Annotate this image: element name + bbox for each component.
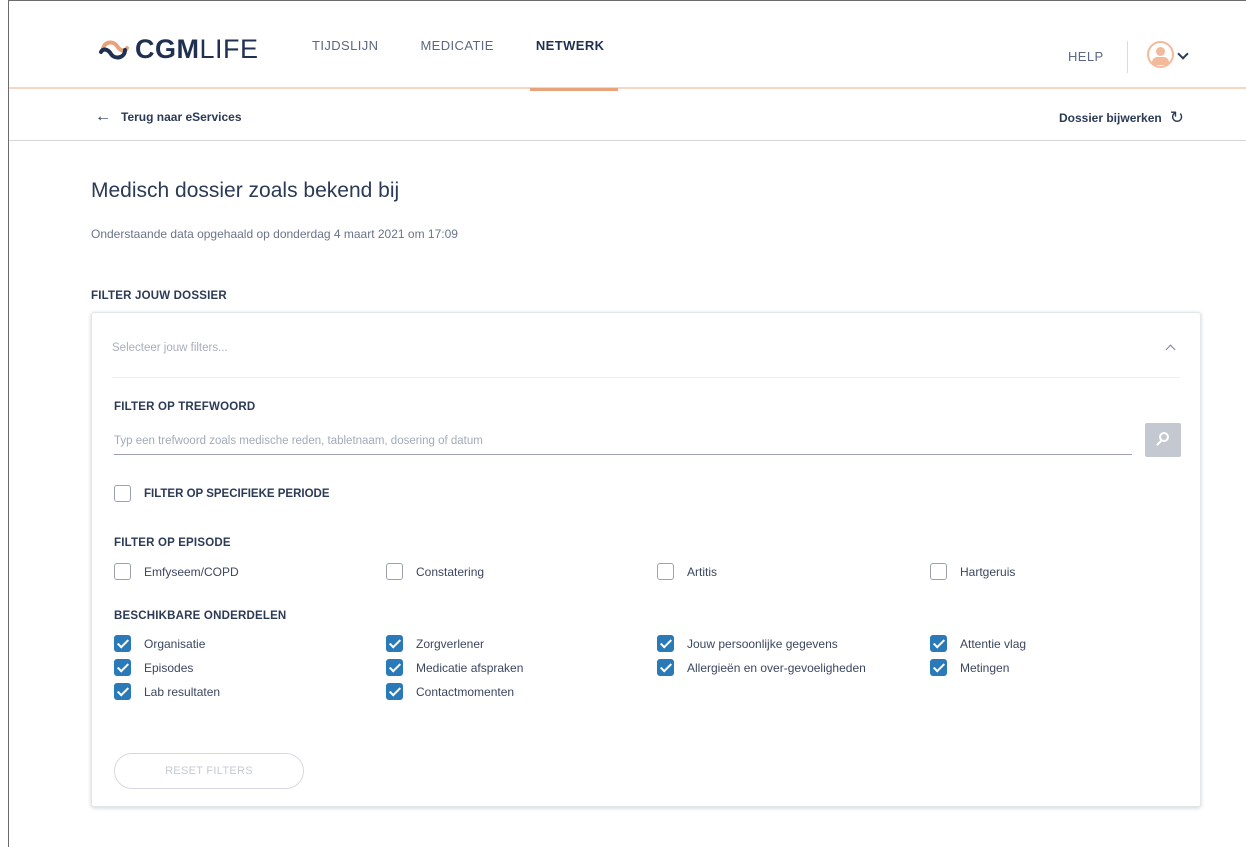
keyword-label: FILTER OP TREFWOORD	[114, 401, 256, 413]
page-title: Medisch dossier zoals bekend bij	[91, 179, 400, 202]
part-checkbox-zorgverlener[interactable]: Zorgverlener	[386, 635, 484, 652]
back-link[interactable]: ← Terug naar eServices	[95, 108, 242, 126]
checkbox-checked[interactable]	[386, 683, 403, 700]
checkbox[interactable]	[930, 563, 947, 580]
part-checkbox-medicatie-afspraken[interactable]: Medicatie afspraken	[386, 659, 523, 676]
episode-label-text: Hartgeruis	[960, 564, 1016, 579]
filter-panel: Selecteer jouw filters... FILTER OP TREF…	[91, 312, 1201, 807]
period-filter-checkbox[interactable]: FILTER OP SPECIFIEKE PERIODE	[114, 485, 330, 502]
top-navigation: CGMLIFE TIJDSLIJN MEDICATIE NETWERK HELP	[9, 1, 1246, 91]
search-button[interactable]	[1145, 423, 1181, 457]
user-avatar-icon[interactable]	[1147, 41, 1174, 68]
episode-label: FILTER OP EPISODE	[114, 537, 231, 549]
nav-netwerk[interactable]: NETWERK	[529, 1, 618, 91]
checkbox-checked[interactable]	[114, 683, 131, 700]
checkbox-checked[interactable]	[930, 635, 947, 652]
logo[interactable]: CGMLIFE	[97, 34, 259, 65]
header-divider	[1127, 41, 1128, 73]
checkbox[interactable]	[386, 563, 403, 580]
part-label: Jouw persoonlijke gegevens	[687, 636, 838, 651]
part-checkbox-persoonlijke-gegevens[interactable]: Jouw persoonlijke gegevens	[657, 635, 838, 652]
checkbox[interactable]	[114, 563, 131, 580]
part-label: Contactmomenten	[416, 684, 515, 699]
part-checkbox-allergieen[interactable]: Allergieën en over-gevoeligheden	[657, 659, 866, 676]
part-label: Organisatie	[144, 636, 206, 651]
back-link-label: Terug naar eServices	[121, 110, 242, 124]
checkbox-checked[interactable]	[386, 659, 403, 676]
nav-medicatie[interactable]: MEDICATIE	[420, 1, 493, 89]
chevron-down-icon[interactable]	[1177, 48, 1189, 60]
help-link[interactable]: HELP	[1068, 49, 1104, 64]
nav-tijdslijn[interactable]: TIJDSLIJN	[312, 1, 378, 89]
episode-label-text: Constatering	[416, 564, 485, 579]
main-nav: TIJDSLIJN MEDICATIE NETWERK	[312, 1, 646, 91]
part-label: Attentie vlag	[960, 636, 1027, 651]
period-filter-label: FILTER OP SPECIFIEKE PERIODE	[144, 487, 330, 500]
episode-checkbox-constatering[interactable]: Constatering	[386, 563, 484, 580]
part-checkbox-metingen[interactable]: Metingen	[930, 659, 1009, 676]
checkbox[interactable]	[657, 563, 674, 580]
refresh-dossier-button[interactable]: Dossier bijwerken ↻	[1059, 108, 1184, 128]
part-label: Episodes	[144, 660, 194, 675]
chevron-up-icon[interactable]	[1165, 344, 1176, 355]
sub-header: ← Terug naar eServices Dossier bijwerken…	[9, 91, 1246, 141]
filter-select-placeholder: Selecteer jouw filters...	[112, 342, 228, 354]
checkbox-checked[interactable]	[657, 635, 674, 652]
data-timestamp: Onderstaande data opgehaald op donderdag…	[91, 227, 458, 241]
app-window: CGMLIFE TIJDSLIJN MEDICATIE NETWERK HELP…	[8, 0, 1246, 847]
checkbox-checked[interactable]	[657, 659, 674, 676]
logo-text-bold: CGM	[135, 34, 200, 64]
search-icon-handle	[1156, 440, 1162, 446]
refresh-icon: ↻	[1169, 108, 1184, 127]
part-checkbox-organisatie[interactable]: Organisatie	[114, 635, 205, 652]
episode-label-text: Emfyseem/COPD	[144, 564, 239, 579]
episode-checkbox-artitis[interactable]: Artitis	[657, 563, 717, 580]
logo-text: CGMLIFE	[135, 34, 259, 65]
reset-filters-button[interactable]: RESET FILTERS	[114, 753, 304, 789]
filter-heading: FILTER JOUW DOSSIER	[91, 290, 227, 302]
logo-text-light: LIFE	[199, 34, 259, 64]
arrow-left-icon: ←	[95, 108, 111, 125]
part-label: Metingen	[960, 660, 1010, 675]
part-label: Lab resultaten	[144, 684, 221, 699]
part-checkbox-lab-resultaten[interactable]: Lab resultaten	[114, 683, 220, 700]
episode-checkbox-hartgeruis[interactable]: Hartgeruis	[930, 563, 1015, 580]
episode-label-text: Artitis	[687, 564, 717, 579]
checkbox[interactable]	[114, 485, 131, 502]
part-checkbox-contactmomenten[interactable]: Contactmomenten	[386, 683, 514, 700]
part-checkbox-episodes[interactable]: Episodes	[114, 659, 193, 676]
cgm-logo-icon	[99, 40, 129, 59]
filter-select[interactable]: Selecteer jouw filters...	[112, 338, 1180, 378]
keyword-search-input[interactable]: Typ een trefwoord zoals medische reden, …	[114, 425, 1132, 455]
checkbox-checked[interactable]	[114, 659, 131, 676]
checkbox-checked[interactable]	[930, 659, 947, 676]
parts-label: BESCHIKBARE ONDERDELEN	[114, 610, 287, 622]
checkbox-checked[interactable]	[386, 635, 403, 652]
episode-checkbox-emfyseem[interactable]: Emfyseem/COPD	[114, 563, 239, 580]
refresh-label: Dossier bijwerken	[1059, 111, 1162, 125]
checkbox-checked[interactable]	[114, 635, 131, 652]
part-checkbox-attentie-vlag[interactable]: Attentie vlag	[930, 635, 1026, 652]
part-label: Allergieën en over-gevoeligheden	[687, 660, 866, 675]
part-label: Zorgverlener	[416, 636, 485, 651]
part-label: Medicatie afspraken	[416, 660, 524, 675]
